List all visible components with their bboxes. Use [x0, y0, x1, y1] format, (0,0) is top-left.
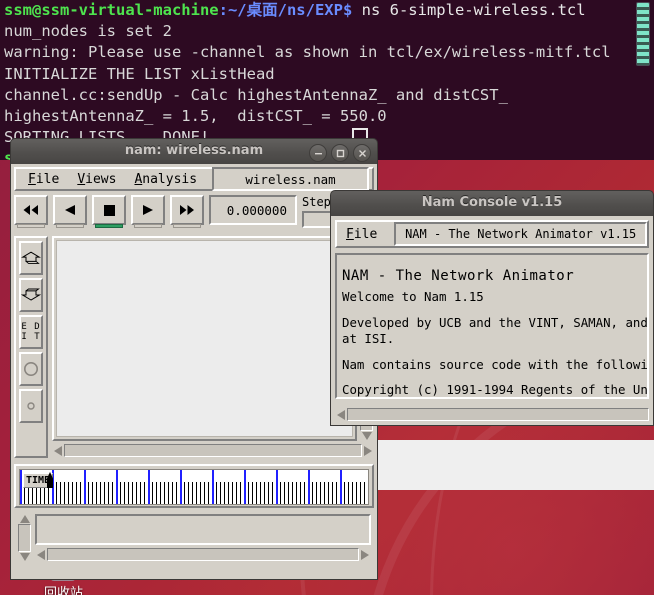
nam-timeline-panel: TIME	[14, 464, 374, 508]
bottom-scroll-down-icon[interactable]	[19, 553, 30, 561]
stop-indicator	[95, 224, 123, 228]
rewind-button[interactable]	[14, 195, 48, 228]
terminal-output-line: INITIALIZE THE LIST xListHead	[4, 64, 275, 83]
nam-console-body: File NAM - The Network Animator v1.15 NA…	[330, 216, 654, 426]
bottom-hscroll-trough[interactable]	[47, 548, 359, 561]
nam-console-header-field[interactable]: NAM - The Network Animator v1.15	[394, 222, 647, 246]
maximize-icon[interactable]	[331, 144, 349, 162]
minimize-icon[interactable]	[309, 144, 327, 162]
console-line-gap	[342, 306, 647, 315]
terminal-prompt-line: ssm@ssm-virtual-machine:~/桌面/ns/EXP$ ns …	[0, 0, 654, 21]
nam-window-buttons	[309, 144, 371, 162]
nam-canvas-hscrollbar[interactable]	[52, 443, 374, 458]
recycle-bin-label: 回收站	[44, 586, 84, 595]
close-icon[interactable]	[353, 144, 371, 162]
rewind-indicator	[17, 224, 45, 228]
nam-console-titlebar[interactable]: Nam Console v1.15	[330, 190, 654, 216]
terminal-output-line: highestAntennaZ_ = 1.5, distCST_ = 550.0	[4, 107, 387, 126]
timeline-major-ticks	[20, 470, 368, 504]
nam-canvas-area	[52, 236, 374, 458]
nam-canvas-row: E DI T	[14, 236, 374, 458]
edit-button[interactable]: E DI T	[19, 315, 43, 349]
zoom-in-icon[interactable]	[19, 278, 43, 312]
stop-button[interactable]	[92, 195, 126, 228]
background-window-strip	[378, 440, 654, 490]
nam-playback-controls: 0.000000 Step: 2.0m	[14, 195, 374, 231]
bottom-pane-hscrollbar[interactable]	[35, 547, 371, 562]
nam-console-menubar: File NAM - The Network Animator v1.15	[335, 220, 649, 248]
console-line: Copyright (c) 1991-1994 Regents of the U…	[342, 382, 648, 397]
scroll-down-icon[interactable]	[361, 432, 372, 440]
nam-window-body: FFileile Views Analysis wireless.nam	[10, 164, 378, 580]
console-line: at ISI.	[342, 331, 395, 346]
nam-main-window[interactable]: nam: wireless.nam FFileile Views Analysi…	[10, 138, 378, 580]
play-backward-button[interactable]	[53, 195, 87, 228]
bottom-scroll-up-icon[interactable]	[19, 515, 30, 523]
scroll-left-icon[interactable]	[54, 445, 62, 456]
nam-animation-canvas[interactable]	[52, 236, 357, 441]
menu-item-views[interactable]: Views	[68, 170, 125, 189]
terminal-prompt-path: :~/桌面/ns/EXP$	[218, 1, 353, 19]
scroll-right-icon[interactable]	[364, 445, 372, 456]
terminal-command: ns 6-simple-wireless.tcl	[352, 1, 586, 19]
console-line: Developed by UCB and the VINT, SAMAN, an…	[342, 314, 648, 330]
nam-console-hscrollbar[interactable]	[335, 407, 649, 422]
fast-forward-indicator	[173, 224, 201, 228]
play-forward-button[interactable]	[131, 195, 165, 228]
nam-timeline[interactable]: TIME	[19, 469, 369, 505]
nam-current-time: 0.000000	[209, 195, 297, 225]
bottom-scroll-right-icon[interactable]	[361, 549, 369, 560]
nam-menubar: FFileile Views Analysis wireless.nam	[14, 167, 374, 191]
fast-forward-button[interactable]	[170, 195, 204, 228]
console-line: NAM - The Network Animator	[342, 268, 575, 284]
console-line: California.	[342, 399, 647, 400]
console-line-gap	[342, 373, 647, 382]
menu-item-analysis[interactable]: Analysis	[125, 170, 206, 189]
bottom-pane-right	[35, 514, 371, 562]
terminal-prompt-user: ssm@ssm-virtual-machine	[4, 1, 219, 19]
nam-filename-field[interactable]: wireless.nam	[212, 167, 369, 191]
console-scroll-left-icon[interactable]	[337, 409, 345, 420]
hscroll-trough[interactable]	[64, 444, 362, 457]
console-line: Nam contains source code with the follow…	[342, 356, 648, 372]
small-node-icon[interactable]	[19, 389, 43, 423]
play-forward-indicator	[134, 224, 162, 228]
bottom-scroll-left-icon[interactable]	[37, 549, 45, 560]
bottom-pane-text-area[interactable]	[35, 514, 371, 545]
nam-canvas-surface[interactable]	[56, 240, 353, 437]
edit-button-label: E DI T	[21, 322, 41, 342]
nam-titlebar[interactable]: nam: wireless.nam	[10, 138, 378, 164]
bottom-pane-vscrollbar[interactable]	[17, 514, 32, 562]
terminal-scrollbar[interactable]	[636, 2, 650, 66]
console-line: Welcome to Nam 1.15	[342, 289, 484, 304]
menu-item-file[interactable]: FFileile	[19, 170, 68, 189]
zoom-out-icon[interactable]	[19, 241, 43, 275]
console-menu-item-file[interactable]: File	[337, 225, 386, 244]
nam-left-toolbar: E DI T	[14, 236, 48, 458]
console-line-gap	[342, 348, 647, 357]
nam-bottom-pane	[14, 514, 374, 562]
nam-console-window[interactable]: Nam Console v1.15 File NAM - The Network…	[330, 190, 654, 426]
terminal-output-line: warning: Please use -channel as shown in…	[4, 43, 611, 62]
terminal-window[interactable]: ssm@ssm-virtual-machine:~/桌面/ns/EXP$ ns …	[0, 0, 654, 160]
terminal-output-line: num_nodes is set 2	[4, 22, 172, 41]
bottom-vscroll-trough[interactable]	[18, 524, 31, 552]
play-backward-indicator	[56, 224, 84, 228]
large-node-icon[interactable]	[19, 352, 43, 386]
nam-console-title: Nam Console v1.15	[421, 195, 563, 210]
console-hscroll-trough[interactable]	[347, 408, 649, 421]
terminal-output-line: channel.cc:sendUp - Calc highestAntennaZ…	[4, 85, 508, 104]
nam-console-text-area[interactable]: NAM - The Network Animator Welcome to Na…	[335, 253, 649, 399]
